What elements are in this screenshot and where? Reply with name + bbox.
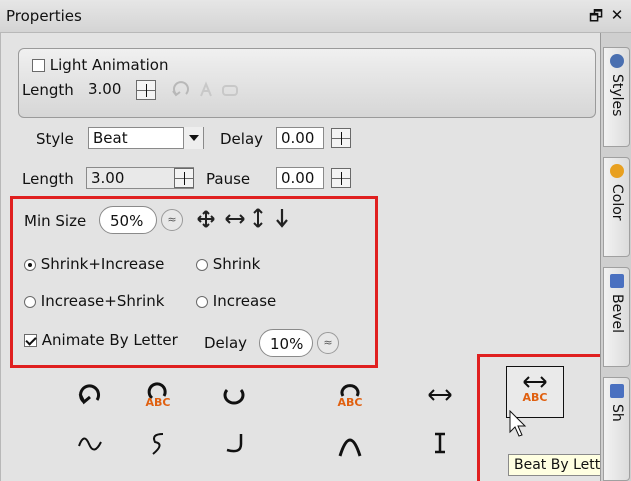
panel-title: Properties [6,7,82,25]
squeeze-icon [435,432,445,454]
chevron-down-icon[interactable] [183,127,203,149]
tab-styles-label: Styles [609,74,625,117]
min-size-dropdown-icon[interactable]: ≈ [161,209,183,231]
effect-stretch[interactable] [410,374,470,424]
option-shrink-increase[interactable]: Shrink+Increase [24,255,164,273]
animate-by-letter-toggle[interactable]: Animate By Letter [24,331,178,349]
styles-icon [610,54,624,68]
effect-hook[interactable] [204,422,264,472]
horizontal-arrows-icon [428,389,452,401]
style-delay-input[interactable]: 0.00 [276,127,324,149]
effect-curl[interactable] [128,422,188,472]
effect-tooltip: Beat By Lette [508,454,615,476]
arch-icon [338,438,362,457]
hook-icon [226,434,243,453]
style-label: Style [36,130,74,148]
tab-bevel-label: Bevel [609,294,625,334]
effect-arch[interactable] [320,422,380,472]
rotate-disabled-icon[interactable] [170,80,192,100]
tab-color[interactable]: Color [603,157,630,257]
pause-input[interactable]: 0.00 [276,167,324,189]
radio-increase[interactable] [196,295,208,308]
option-increase-shrink-label: Increase+Shrink [40,292,165,310]
letter-delay-label: Delay [204,334,248,352]
curl-icon [152,433,164,455]
close-panel-icon[interactable]: ✕ [609,6,625,24]
option-shrink-label: Shrink [212,255,261,273]
letter-delay-input[interactable]: 10% [259,329,313,357]
letter-delay-value: 10% [270,335,304,353]
abc-label: ABC [145,396,171,409]
effect-wave[interactable] [60,422,120,472]
option-increase-label: Increase [212,292,277,310]
effect-squeeze-abc[interactable] [410,422,470,472]
length-spinner[interactable] [174,168,194,188]
style-select-value: Beat [93,129,128,147]
palette-icon [610,164,624,178]
effect-spin-abc[interactable]: ABC [320,374,380,424]
tab-color-label: Color [609,184,625,221]
pause-spinner[interactable] [331,168,351,188]
vertical-resize-icon[interactable] [250,207,266,229]
float-panel-icon[interactable]: 🗗 [588,6,604,31]
abc-label: ABC [337,396,363,409]
down-arrow-icon[interactable] [274,207,290,229]
wave-icon [78,437,102,451]
animate-by-letter-label: Animate By Letter [41,331,178,349]
pause-label: Pause [206,170,251,188]
radio-increase-shrink[interactable] [24,295,36,308]
light-length-spinner[interactable] [136,80,156,100]
option-shrink[interactable]: Shrink [196,255,260,273]
light-animation-label: Light Animation [49,56,169,74]
horizontal-resize-icon[interactable] [224,209,246,229]
style-delay-label: Delay [220,130,264,148]
move-both-icon[interactable] [196,209,216,229]
tab-shadow[interactable]: Sh [603,377,630,481]
loop-disabled-icon[interactable] [220,80,240,100]
light-length-input[interactable]: 3.00 [84,79,132,101]
option-increase[interactable]: Increase [196,292,276,310]
effect-rotate-abc[interactable]: ABC [128,374,188,424]
option-shrink-increase-label: Shrink+Increase [40,255,165,273]
effect-spin[interactable] [204,374,264,424]
tab-bevel[interactable]: Bevel [603,267,630,367]
flip-disabled-icon[interactable] [196,80,216,100]
style-select[interactable]: Beat [88,127,204,149]
min-size-value: 50% [110,212,144,230]
bevel-icon [610,274,624,288]
min-size-label: Min Size [24,212,87,230]
animate-by-letter-checkbox[interactable] [24,334,37,347]
letter-delay-dropdown-icon[interactable]: ≈ [317,332,339,354]
light-animation-toggle[interactable]: Light Animation [32,56,168,74]
radio-shrink[interactable] [196,258,208,271]
style-delay-spinner[interactable] [331,128,351,148]
tab-styles[interactable]: Styles [603,47,630,147]
light-length-label: Length [22,81,74,99]
light-animation-checkbox[interactable] [32,59,45,72]
panel-titlebar: Properties 🗗 ✕ [0,0,631,33]
effect-rotate[interactable] [60,374,120,424]
rotate-ccw-icon [78,384,101,405]
radio-shrink-increase[interactable] [24,258,36,271]
option-increase-shrink[interactable]: Increase+Shrink [24,292,164,310]
length-label: Length [22,170,74,188]
side-tab-strip: Styles Color Bevel Sh [600,33,631,481]
tab-shadow-label: Sh [609,404,625,422]
min-size-input[interactable]: 50% [99,206,157,234]
shadow-icon [610,384,624,398]
spin-icon [223,388,245,405]
mouse-cursor-icon [509,410,527,437]
